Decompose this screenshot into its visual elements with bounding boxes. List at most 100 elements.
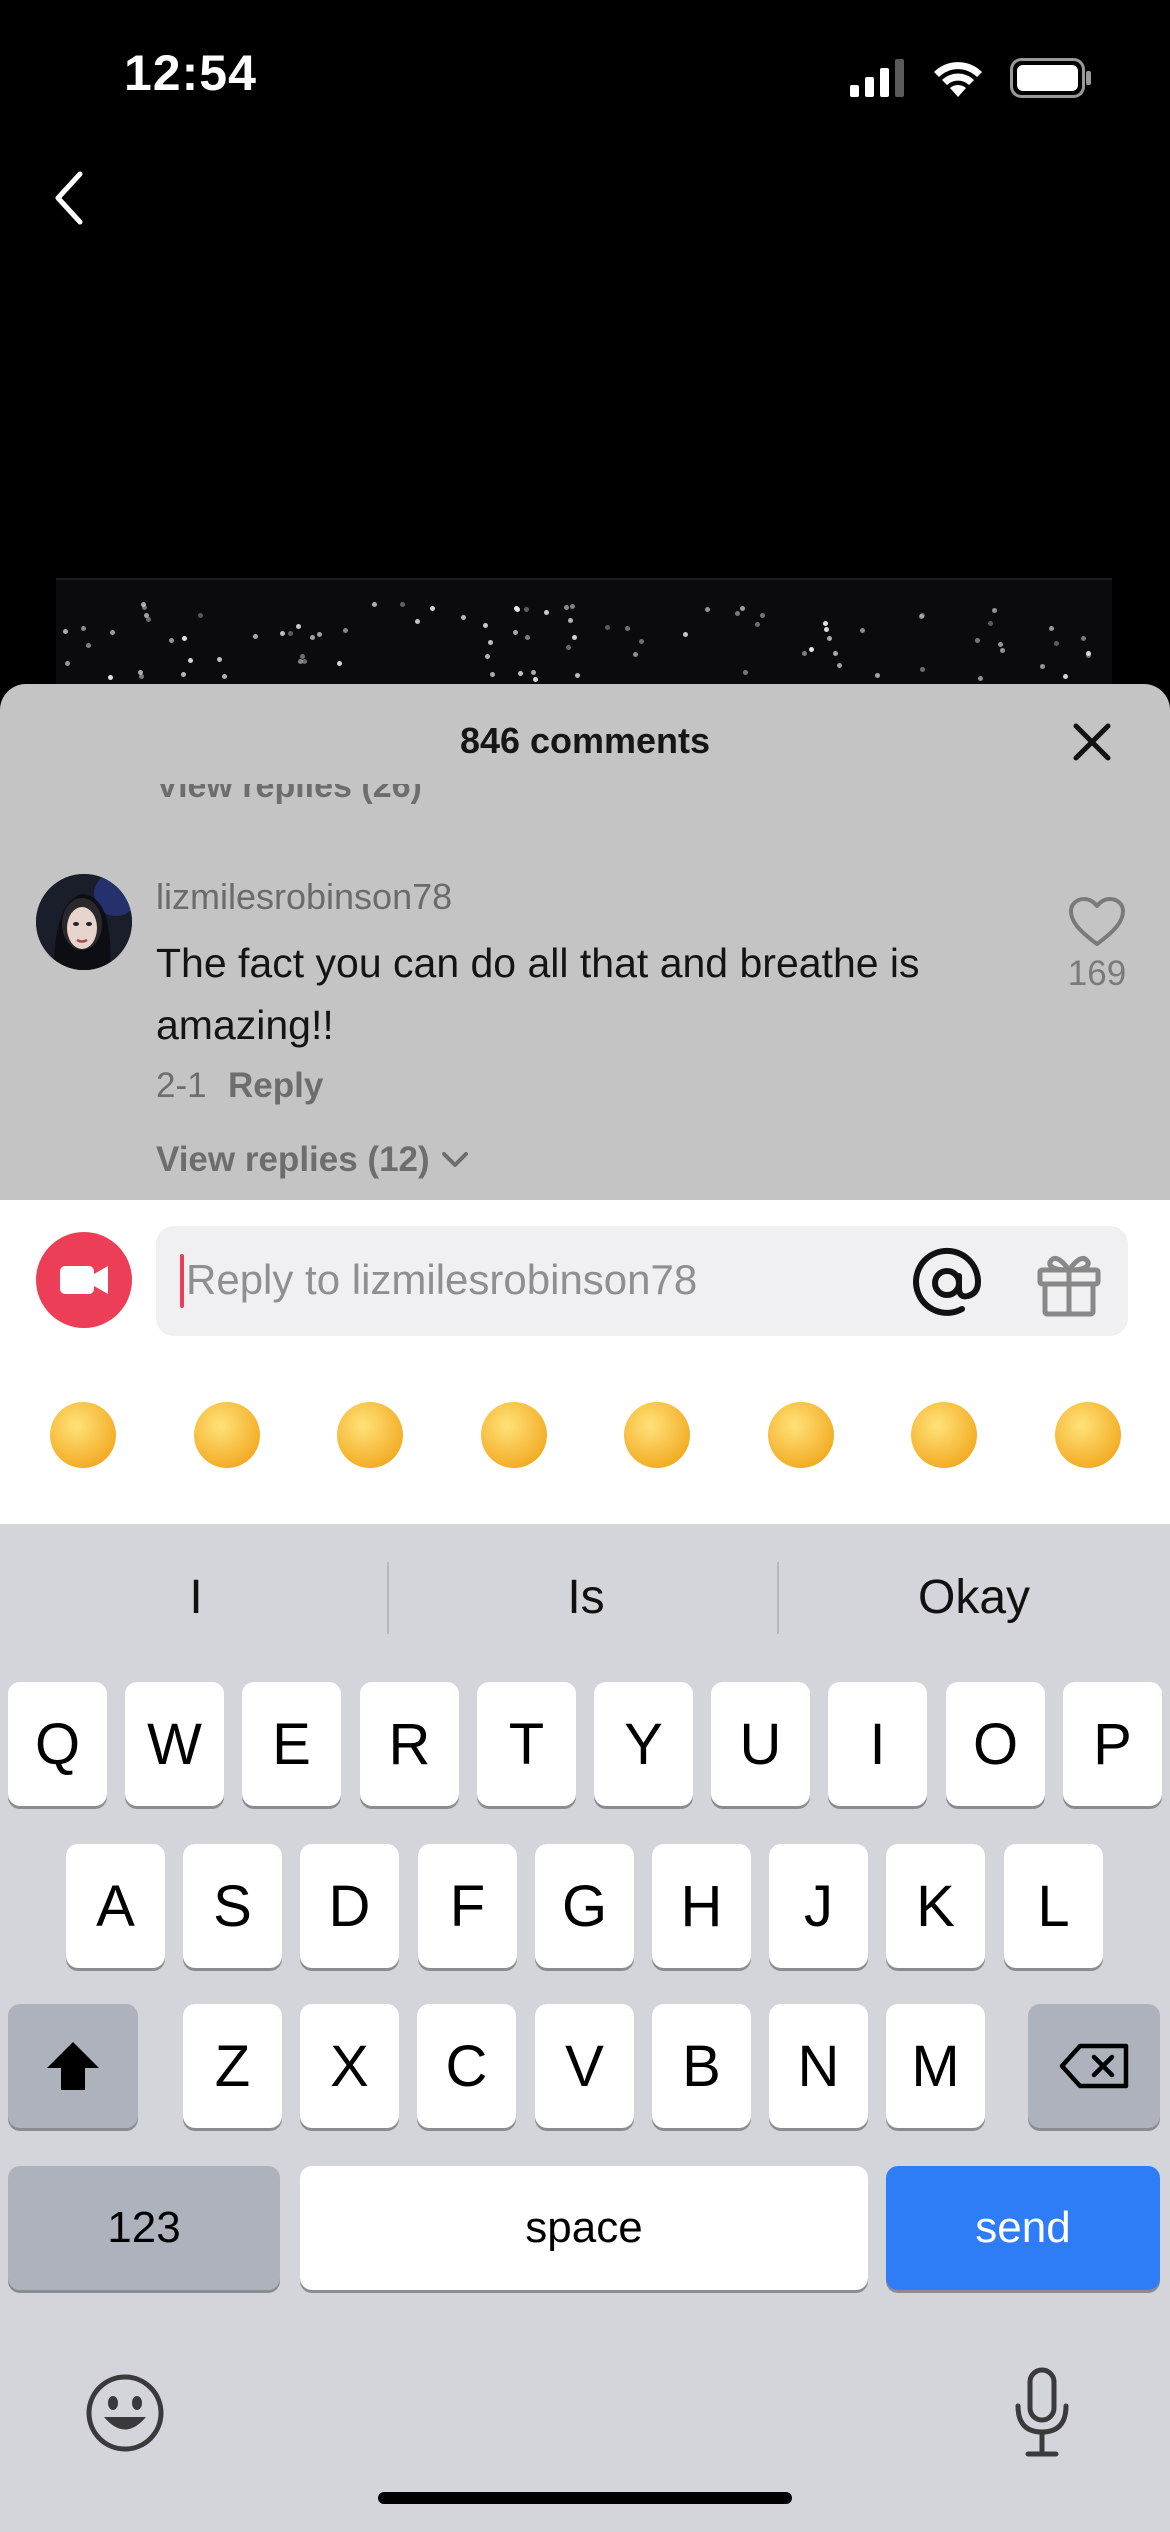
video-light-dot (65, 661, 70, 666)
dictation-button[interactable] (1010, 2366, 1074, 2458)
key-v[interactable]: V (535, 2004, 634, 2128)
key-i[interactable]: I (828, 1682, 927, 1806)
previous-view-replies[interactable]: View replies (26) (156, 784, 422, 820)
video-light-dot (146, 617, 151, 622)
quick-emoji[interactable]: 😁 (48, 1400, 118, 1470)
suggestion-3[interactable]: Okay (784, 1560, 1164, 1636)
key-u[interactable]: U (711, 1682, 810, 1806)
quick-emoji[interactable]: 😅 (766, 1400, 836, 1470)
quick-emoji[interactable]: 🥺 (909, 1400, 979, 1470)
quick-emoji[interactable]: 🥰 (192, 1400, 262, 1470)
video-light-dot (975, 638, 980, 643)
key-p[interactable]: P (1063, 1682, 1162, 1806)
video-light-dot (288, 631, 293, 636)
space-key[interactable]: space (300, 2166, 868, 2290)
key-h[interactable]: H (652, 1844, 751, 1968)
suggestion-2[interactable]: Is (396, 1560, 776, 1636)
key-g[interactable]: G (535, 1844, 634, 1968)
close-button[interactable] (1070, 720, 1114, 764)
video-light-dot (683, 632, 688, 637)
video-light-dot (81, 626, 86, 631)
key-l[interactable]: L (1004, 1844, 1103, 1968)
video-light-dot (572, 635, 577, 640)
video-light-dot (513, 630, 518, 635)
key-a[interactable]: A (66, 1844, 165, 1968)
key-c[interactable]: C (417, 2004, 516, 2128)
video-light-dot (110, 630, 115, 635)
key-z[interactable]: Z (183, 2004, 282, 2128)
key-y[interactable]: Y (594, 1682, 693, 1806)
wifi-icon (934, 62, 982, 97)
video-light-dot (755, 622, 760, 627)
key-d[interactable]: D (300, 1844, 399, 1968)
video-light-dot (920, 667, 925, 672)
back-button[interactable] (46, 168, 96, 228)
reply-input[interactable] (184, 1240, 886, 1320)
video-light-dot (827, 636, 832, 641)
status-time: 12:54 (124, 45, 257, 101)
key-n[interactable]: N (769, 2004, 868, 2128)
video-light-dot (531, 670, 536, 675)
key-x[interactable]: X (300, 2004, 399, 2128)
emoji-keyboard-button[interactable] (84, 2372, 166, 2454)
video-light-dot (524, 607, 529, 612)
quick-emoji[interactable]: 😂 (335, 1400, 405, 1470)
close-icon (1073, 723, 1111, 761)
delete-icon (1059, 2043, 1129, 2089)
avatar[interactable] (36, 874, 132, 970)
quick-emoji[interactable]: 😌 (1053, 1400, 1123, 1470)
gift-button[interactable] (1034, 1248, 1104, 1318)
key-s[interactable]: S (183, 1844, 282, 1968)
video-light-dot (337, 661, 342, 666)
video-light-dot (400, 602, 405, 607)
mention-button[interactable] (910, 1246, 984, 1320)
video-light-dot (992, 608, 997, 613)
signal-icon (850, 59, 904, 97)
video-light-dot (639, 639, 644, 644)
key-r[interactable]: R (360, 1682, 459, 1806)
video-light-dot (372, 602, 377, 607)
quick-emoji[interactable]: 😏 (622, 1400, 692, 1470)
video-light-dot (564, 605, 569, 610)
key-q[interactable]: Q (8, 1682, 107, 1806)
reply-button[interactable]: Reply (228, 1066, 323, 1106)
numbers-key[interactable]: 123 (8, 2166, 280, 2290)
key-e[interactable]: E (242, 1682, 341, 1806)
like-count: 169 (1067, 954, 1127, 993)
microphone-icon (1015, 2367, 1069, 2457)
video-light-dot (222, 674, 227, 679)
video-light-dot (533, 677, 538, 682)
video-light-dot (1049, 626, 1054, 631)
like-button[interactable] (1068, 896, 1126, 948)
video-reply-button[interactable] (36, 1232, 132, 1328)
key-t[interactable]: T (477, 1682, 576, 1806)
suggestion-1[interactable]: I (6, 1560, 386, 1636)
quick-emoji[interactable]: 😳 (479, 1400, 549, 1470)
key-f[interactable]: F (418, 1844, 517, 1968)
shift-key[interactable] (8, 2004, 138, 2128)
video-light-dot (1000, 648, 1005, 653)
video-light-dot (988, 621, 993, 626)
key-b[interactable]: B (652, 2004, 751, 2128)
send-key[interactable]: send (886, 2166, 1160, 2290)
view-replies-button[interactable]: View replies (12) (156, 1140, 470, 1180)
key-m[interactable]: M (886, 2004, 985, 2128)
comment-text: The fact you can do all that and breathe… (156, 940, 920, 1048)
video-light-dot (837, 663, 842, 668)
key-j[interactable]: J (769, 1844, 868, 1968)
key-w[interactable]: W (125, 1682, 224, 1806)
key-k[interactable]: K (886, 1844, 985, 1968)
key-o[interactable]: O (946, 1682, 1045, 1806)
video-light-dot (570, 604, 575, 609)
video-light-dot (488, 640, 493, 645)
heart-icon (1069, 897, 1125, 946)
video-light-dot (1081, 636, 1086, 641)
video-light-dot (139, 674, 144, 679)
suggestion-divider (387, 1562, 389, 1634)
video-light-dot (310, 635, 315, 640)
avatar-image (36, 874, 132, 970)
comment-username[interactable]: lizmilesrobinson78 (156, 876, 452, 918)
video-light-dot (485, 654, 490, 659)
video-light-dot (824, 627, 829, 632)
delete-key[interactable] (1028, 2004, 1160, 2128)
